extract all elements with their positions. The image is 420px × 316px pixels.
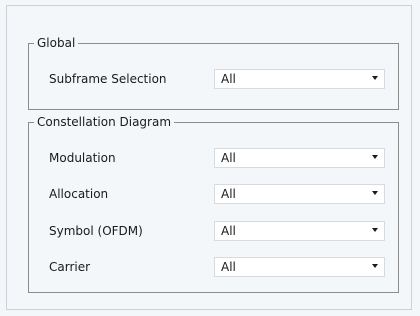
chevron-down-icon: [372, 264, 378, 268]
chevron-down-icon: [372, 191, 378, 195]
modulation-label: Modulation: [49, 151, 116, 165]
carrier-value: All: [221, 260, 236, 274]
carrier-label: Carrier: [49, 260, 91, 274]
carrier-dropdown[interactable]: All: [214, 257, 385, 277]
chevron-down-icon: [372, 228, 378, 232]
subframe-selection-row: Subframe Selection All: [49, 69, 385, 89]
subframe-selection-label: Subframe Selection: [49, 72, 167, 86]
allocation-value: All: [221, 187, 236, 201]
carrier-row: Carrier All: [49, 257, 385, 277]
chevron-down-icon: [372, 155, 378, 159]
symbol-ofdm-row: Symbol (OFDM) All: [49, 221, 385, 241]
subframe-selection-dropdown[interactable]: All: [214, 69, 385, 89]
global-group-title: Global: [37, 36, 76, 50]
chevron-down-icon: [372, 76, 378, 80]
modulation-value: All: [221, 151, 236, 165]
modulation-row: Modulation All: [49, 148, 385, 168]
symbol-ofdm-label: Symbol (OFDM): [49, 224, 143, 238]
subframe-selection-value: All: [221, 72, 236, 86]
allocation-row: Allocation All: [49, 184, 385, 204]
allocation-dropdown[interactable]: All: [214, 184, 385, 204]
modulation-dropdown[interactable]: All: [214, 148, 385, 168]
symbol-ofdm-value: All: [221, 224, 236, 238]
symbol-ofdm-dropdown[interactable]: All: [214, 221, 385, 241]
allocation-label: Allocation: [49, 187, 109, 201]
constellation-diagram-group-title: Constellation Diagram: [37, 115, 172, 129]
